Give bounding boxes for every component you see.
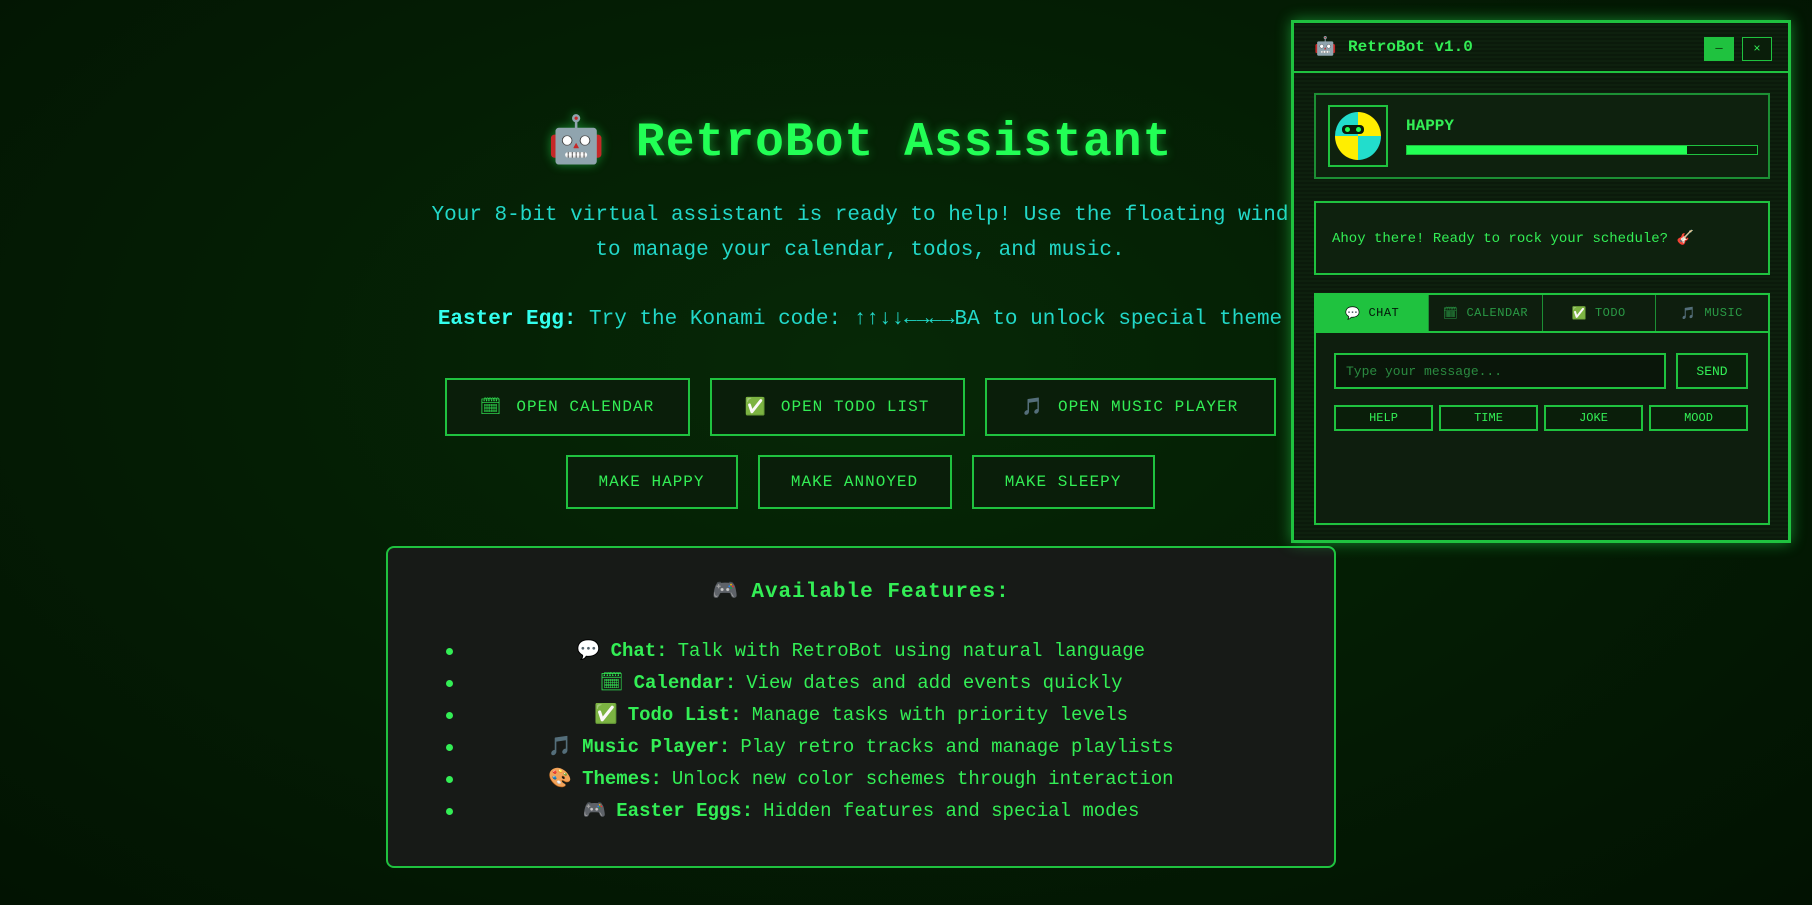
feature-desc: Talk with RetroBot using natural languag…: [677, 640, 1146, 662]
list-item: 🎮 Easter Eggs: Hidden features and special…: [388, 794, 1334, 826]
checkmark-icon: ✅: [1571, 306, 1587, 320]
feature-desc: View dates and add events quickly: [746, 672, 1123, 694]
bullet-icon: [446, 712, 453, 719]
list-item: 🎵 Music Player: Play retro tracks and mana…: [388, 730, 1334, 762]
speech-text: Ahoy there! Ready to rock your schedule?: [1332, 231, 1669, 247]
checkmark-icon: ✅: [744, 397, 767, 417]
open-music-player-label: OPEN MUSIC PLAYER: [1057, 398, 1239, 416]
retrobot-window[interactable]: 🤖 RetroBot v1.0 ─ × HAPPY Ahoy there! Re…: [1291, 20, 1791, 543]
features-title: 🎮 Available Features:: [388, 578, 1334, 604]
feature-name: Music Player:: [582, 736, 731, 758]
calendar-icon: 🗓: [479, 397, 503, 417]
bullet-icon: [446, 808, 453, 815]
list-item: 💬 Chat: Talk with RetroBot using natural l…: [388, 634, 1334, 666]
make-happy-button[interactable]: MAKE HAPPY: [565, 455, 738, 509]
tab-chat[interactable]: 💬 CHAT: [1316, 295, 1429, 331]
mood-status-panel: HAPPY: [1314, 93, 1770, 179]
close-button[interactable]: ×: [1742, 37, 1772, 61]
open-todo-list-button[interactable]: ✅ OPEN TODO LIST: [709, 378, 965, 436]
palette-icon: 🎨: [548, 767, 573, 789]
features-panel: 🎮 Available Features: 💬 Chat: Talk with Ret…: [386, 546, 1336, 868]
avatar: [1328, 105, 1388, 167]
calendar-icon: 🗓: [599, 671, 624, 693]
help-button[interactable]: HELP: [1334, 405, 1433, 431]
window-titlebar[interactable]: 🤖 RetroBot v1.0 ─ ×: [1294, 23, 1788, 73]
mood-meter: [1406, 145, 1758, 155]
make-annoyed-button[interactable]: MAKE ANNOYED: [757, 455, 952, 509]
feature-name: Easter Eggs:: [616, 800, 754, 822]
mood-button[interactable]: MOOD: [1649, 405, 1748, 431]
tab-chat-label: CHAT: [1368, 306, 1400, 320]
page-title-text: RetroBot Assistant: [635, 116, 1173, 170]
music-note-icon: 🎵: [1680, 306, 1697, 320]
list-item: 🎨 Themes: Unlock new color schemes through…: [388, 762, 1334, 794]
feature-name: Calendar:: [633, 672, 737, 694]
make-sleepy-button[interactable]: MAKE SLEEPY: [971, 455, 1155, 509]
tab-calendar-label: CALENDAR: [1466, 306, 1529, 320]
feature-name: Todo List:: [627, 704, 742, 726]
tab-bar: 💬 CHAT 🗓 CALENDAR ✅ TODO 🎵 MUSIC: [1316, 295, 1768, 333]
music-note-icon: 🎵: [1021, 397, 1044, 417]
joke-button[interactable]: JOKE: [1544, 405, 1643, 431]
open-calendar-button[interactable]: 🗓 OPEN CALENDAR: [444, 378, 690, 436]
features-title-text: Available Features:: [751, 581, 1010, 604]
message-input[interactable]: [1334, 353, 1666, 389]
open-todo-list-label: OPEN TODO LIST: [780, 398, 930, 416]
easter-egg-text: Try the Konami code: ↑↑↓↓←→←→BA to unloc…: [589, 308, 1283, 331]
tab-todo-label: TODO: [1594, 306, 1626, 320]
list-item: ✅ Todo List: Manage tasks with priority le…: [388, 698, 1334, 730]
music-note-icon: 🎵: [548, 735, 573, 757]
tab-todo[interactable]: ✅ TODO: [1541, 295, 1655, 331]
feature-desc: Manage tasks with priority levels: [751, 704, 1128, 726]
open-calendar-label: OPEN CALENDAR: [516, 398, 655, 416]
tab-calendar[interactable]: 🗓 CALENDAR: [1428, 295, 1541, 331]
robot-icon: 🤖: [1314, 36, 1337, 57]
easter-egg-label: Easter Egg:: [437, 308, 577, 331]
speech-bubble-icon: 💬: [1344, 306, 1361, 320]
quick-actions: HELP TIME JOKE MOOD: [1334, 405, 1748, 431]
bullet-icon: [446, 776, 453, 783]
time-button[interactable]: TIME: [1439, 405, 1538, 431]
mood-meter-fill: [1407, 146, 1687, 154]
tab-music[interactable]: 🎵 MUSIC: [1654, 295, 1768, 331]
chat-panel: 💬 CHAT 🗓 CALENDAR ✅ TODO 🎵 MUSIC SEND HELP T…: [1314, 293, 1770, 525]
list-item: 🗓 Calendar: View dates and add events quic…: [388, 666, 1334, 698]
feature-name: Chat:: [610, 640, 668, 662]
checkmark-icon: ✅: [594, 703, 618, 725]
robot-icon: 🤖: [547, 112, 606, 166]
robot-face-icon: [1335, 112, 1381, 160]
window-title: RetroBot v1.0: [1348, 38, 1473, 56]
gamepad-icon: 🎮: [712, 578, 740, 602]
calendar-icon: 🗓: [1442, 306, 1459, 320]
mood-label: HAPPY: [1406, 117, 1455, 135]
bullet-icon: [446, 744, 453, 751]
open-music-player-button[interactable]: 🎵 OPEN MUSIC PLAYER: [984, 378, 1276, 436]
bullet-icon: [446, 648, 453, 655]
guitar-icon: 🎸: [1676, 230, 1694, 246]
gamepad-icon: 🎮: [582, 799, 607, 821]
feature-name: Themes:: [582, 768, 662, 790]
feature-desc: Unlock new color schemes through interac…: [671, 768, 1174, 790]
speech-bubble-icon: 💬: [576, 639, 601, 661]
speech-bubble: Ahoy there! Ready to rock your schedule?…: [1314, 201, 1770, 275]
tab-music-label: MUSIC: [1704, 306, 1743, 320]
feature-desc: Play retro tracks and manage playlists: [740, 736, 1174, 758]
send-button[interactable]: SEND: [1676, 353, 1748, 389]
features-list: 💬 Chat: Talk with RetroBot using natural l…: [388, 634, 1334, 826]
minimize-button[interactable]: ─: [1704, 37, 1734, 61]
feature-desc: Hidden features and special modes: [763, 800, 1140, 822]
robot-eyes-icon: [1342, 125, 1364, 134]
bullet-icon: [446, 680, 453, 687]
